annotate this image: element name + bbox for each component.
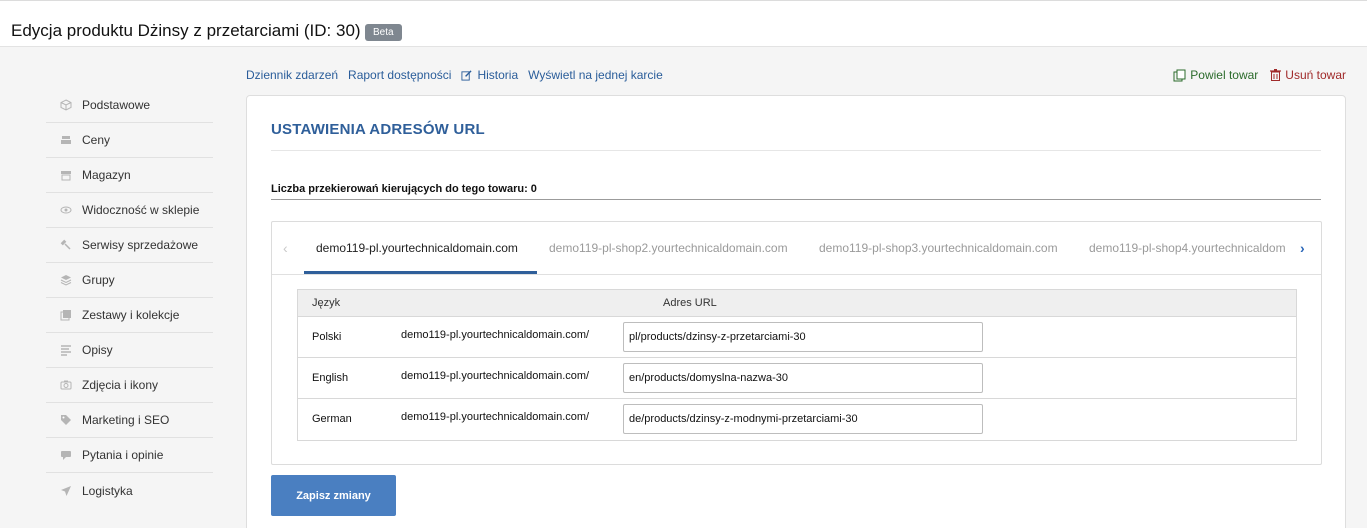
copy-icon <box>1173 69 1186 82</box>
link-raport-dostepnosci[interactable]: Raport dostępności <box>348 68 451 82</box>
redirect-count: Liczba przekierowań kierujących do tego … <box>271 183 537 195</box>
sidebar-item-label: Podstawowe <box>82 98 151 112</box>
table-row: German demo119-pl.yourtechnicaldomain.co… <box>298 399 1296 440</box>
sidebar-item-opisy[interactable]: Opisy <box>46 333 213 368</box>
link-historia-label: Historia <box>477 68 519 82</box>
sidebar-item-label: Zestawy i kolekcje <box>82 308 180 322</box>
product-actions: Powiel towar Usuń towar <box>1173 68 1346 82</box>
row-domain: demo119-pl.yourtechnicaldomain.com/ <box>401 411 590 423</box>
tab-domain-pl[interactable]: demo119-pl.yourtechnicaldomain.com <box>316 241 518 255</box>
sidebar-item-logistyka[interactable]: Logistyka <box>46 473 213 508</box>
sidebar-item-grupy[interactable]: Grupy <box>46 263 213 298</box>
gavel-icon <box>60 239 72 251</box>
sidebar-item-magazyn[interactable]: Magazyn <box>46 158 213 193</box>
row-language: Polski <box>312 331 342 343</box>
column-header-url: Adres URL <box>663 297 717 309</box>
sidebar-item-zestawy[interactable]: Zestawy i kolekcje <box>46 298 213 333</box>
link-wyswietl-jedna-karta[interactable]: Wyświetl na jednej karcie <box>528 68 663 82</box>
tab-domain-shop4[interactable]: demo119-pl-shop4.yourtechnicaldom <box>1089 241 1286 255</box>
sidebar-item-serwisy[interactable]: Serwisy sprzedażowe <box>46 228 213 263</box>
page-header: Edycja produktu Dżinsy z przetarciami (I… <box>0 1 1367 47</box>
beta-badge: Beta <box>365 24 402 41</box>
tab-domain-shop3[interactable]: demo119-pl-shop3.yourtechnicaldomain.com <box>819 241 1058 255</box>
active-tab-indicator <box>304 271 537 274</box>
url-input-en[interactable] <box>623 363 983 393</box>
tab-strip: ‹ demo119-pl.yourtechnicaldomain.com dem… <box>272 222 1321 275</box>
text-icon <box>60 344 72 356</box>
domain-tabs: ‹ demo119-pl.yourtechnicaldomain.com dem… <box>271 221 1322 465</box>
edit-icon <box>461 69 473 81</box>
table-row: English demo119-pl.yourtechnicaldomain.c… <box>298 358 1296 399</box>
page-title: Edycja produktu Dżinsy z przetarciami (I… <box>11 21 361 40</box>
trash-icon <box>1270 69 1282 81</box>
row-domain: demo119-pl.yourtechnicaldomain.com/ <box>401 370 590 382</box>
product-links: Dziennik zdarzeń Raport dostępności Hist… <box>246 68 663 82</box>
row-language: German <box>312 413 352 425</box>
copy-product-button[interactable]: Powiel towar <box>1173 68 1258 82</box>
box-icon <box>60 99 72 111</box>
send-icon <box>60 485 72 497</box>
sidebar-item-zdjecia[interactable]: Zdjęcia i ikony <box>46 368 213 403</box>
chevron-left-icon[interactable]: ‹ <box>283 240 288 256</box>
sidebar-item-ceny[interactable]: Ceny <box>46 123 213 158</box>
sidebar-item-label: Serwisy sprzedażowe <box>82 238 199 252</box>
chevron-right-icon[interactable]: › <box>1300 240 1305 256</box>
sidebar-item-pytania[interactable]: Pytania i opinie <box>46 438 213 473</box>
collection-icon <box>60 309 72 321</box>
copy-product-label: Powiel towar <box>1190 68 1259 82</box>
camera-icon <box>60 379 72 391</box>
sidebar-item-marketing[interactable]: Marketing i SEO <box>46 403 213 438</box>
save-button[interactable]: Zapisz zmiany <box>271 475 396 516</box>
sidebar-item-label: Opisy <box>82 343 113 357</box>
delete-product-label: Usuń towar <box>1285 68 1346 82</box>
tab-domain-shop2[interactable]: demo119-pl-shop2.yourtechnicaldomain.com <box>549 241 788 255</box>
table-row: Polski demo119-pl.yourtechnicaldomain.co… <box>298 317 1296 358</box>
divider <box>271 199 1321 200</box>
link-historia[interactable]: Historia <box>461 68 518 82</box>
divider <box>271 150 1321 151</box>
url-input-pl[interactable] <box>623 322 983 352</box>
link-dziennik-zdarzen[interactable]: Dziennik zdarzeń <box>246 68 338 82</box>
layers-icon <box>60 274 72 286</box>
sidebar: Podstawowe Ceny Magazyn Widoczność w skl… <box>46 88 213 508</box>
sidebar-item-podstawowe[interactable]: Podstawowe <box>46 88 213 123</box>
price-icon <box>60 134 72 146</box>
url-settings-panel: USTAWIENIA ADRESÓW URL Liczba przekierow… <box>246 95 1346 528</box>
sidebar-item-label: Pytania i opinie <box>82 448 164 462</box>
sidebar-item-label: Widoczność w sklepie <box>82 203 200 217</box>
sidebar-item-widocznosc[interactable]: Widoczność w sklepie <box>46 193 213 228</box>
table-header: Język Adres URL <box>298 290 1296 317</box>
section-title: USTAWIENIA ADRESÓW URL <box>271 121 485 138</box>
sidebar-item-label: Marketing i SEO <box>82 413 170 427</box>
url-input-de[interactable] <box>623 404 983 434</box>
row-domain: demo119-pl.yourtechnicaldomain.com/ <box>401 329 590 341</box>
chat-icon <box>60 449 72 461</box>
sidebar-item-label: Zdjęcia i ikony <box>82 378 159 392</box>
eye-icon <box>60 204 72 216</box>
tag-icon <box>60 414 72 426</box>
column-header-language: Język <box>312 297 341 309</box>
sidebar-item-label: Grupy <box>82 273 115 287</box>
sidebar-item-label: Ceny <box>82 133 111 147</box>
row-language: English <box>312 372 349 384</box>
sidebar-item-label: Logistyka <box>82 483 133 498</box>
sidebar-item-label: Magazyn <box>82 168 131 182</box>
warehouse-icon <box>60 169 72 181</box>
url-table: Język Adres URL Polski demo119-pl.yourte… <box>297 289 1297 441</box>
delete-product-button[interactable]: Usuń towar <box>1270 68 1346 82</box>
